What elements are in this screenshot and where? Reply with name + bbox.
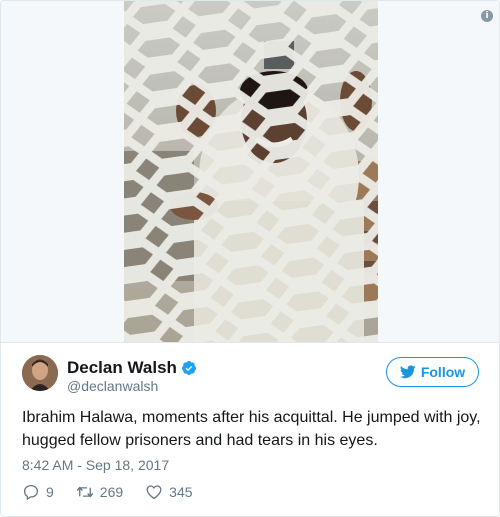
reply-count: 9 xyxy=(46,484,54,500)
retweet-icon xyxy=(76,486,93,498)
reply-icon xyxy=(23,484,39,501)
tweet-photo[interactable] xyxy=(124,1,378,342)
author-handle[interactable]: @declanwalsh xyxy=(67,378,158,395)
retweet-count: 269 xyxy=(99,484,124,500)
tweet-text: Ibrahim Halawa, moments after his acquit… xyxy=(22,409,481,449)
tweet-media[interactable]: i xyxy=(1,1,499,342)
avatar[interactable] xyxy=(22,355,58,391)
tweet-timestamp[interactable]: 8:42 AM - Sep 18, 2017 xyxy=(22,456,169,474)
heart-icon xyxy=(146,485,162,500)
verified-badge-icon xyxy=(181,361,196,375)
tweet-card: i Declan Walsh @declanwalsh Follow Ibrah… xyxy=(0,0,500,517)
author-name[interactable]: Declan Walsh xyxy=(67,358,177,378)
reply-button[interactable]: 9 xyxy=(22,483,54,501)
tweet-actions: 9 269 345 xyxy=(22,483,215,501)
info-icon[interactable]: i xyxy=(481,10,493,22)
retweet-button[interactable]: 269 xyxy=(76,483,123,501)
avatar-image xyxy=(22,355,58,391)
follow-label: Follow xyxy=(420,364,466,380)
follow-button[interactable]: Follow xyxy=(386,357,479,387)
like-button[interactable]: 345 xyxy=(145,483,193,501)
twitter-bird-icon xyxy=(399,365,416,379)
author-name-row[interactable]: Declan Walsh xyxy=(67,358,197,378)
like-count: 345 xyxy=(169,484,193,500)
divider xyxy=(1,342,499,343)
